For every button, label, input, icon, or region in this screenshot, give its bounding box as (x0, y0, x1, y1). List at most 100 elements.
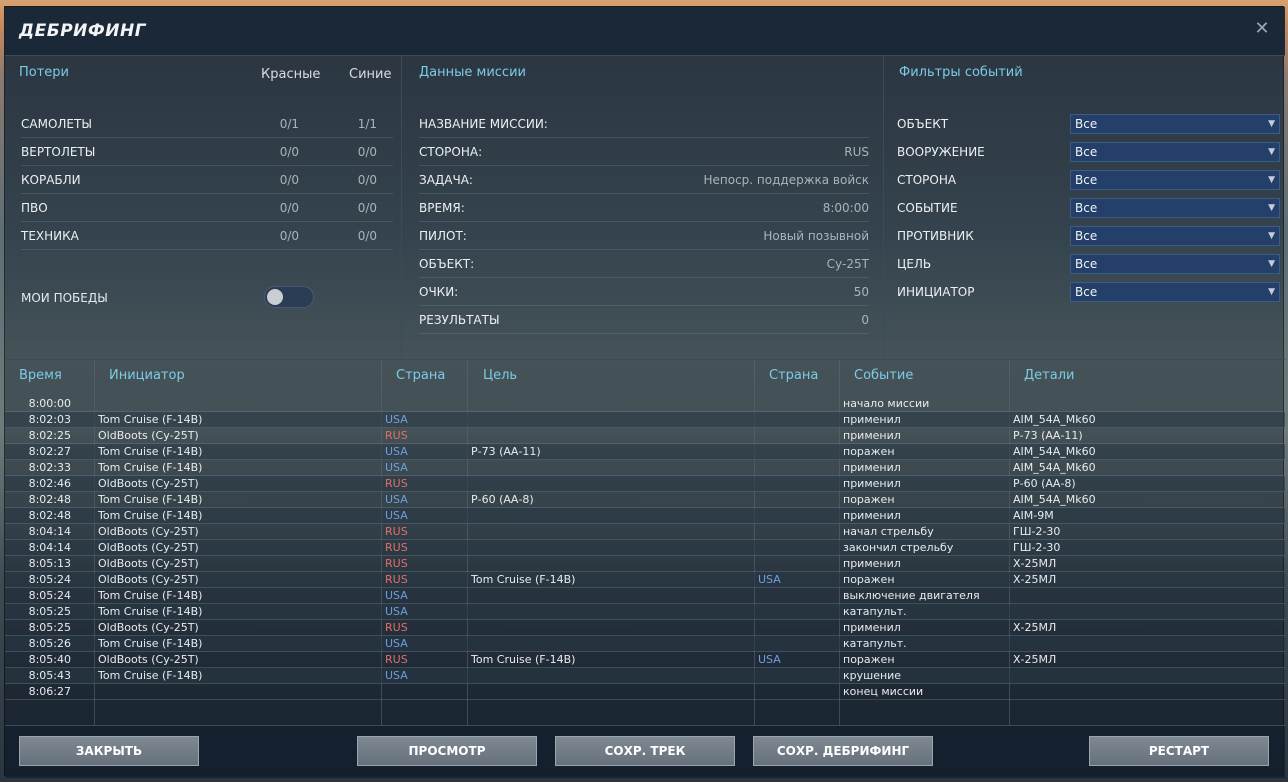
filter-select[interactable]: Все ▼ (1070, 282, 1280, 302)
mission-row: ОБЪЕКТ: Су-25Т (419, 250, 869, 278)
mission-row: РЕЗУЛЬТАТЫ 0 (419, 306, 869, 334)
event-time: 8:02:48 (28, 493, 71, 506)
col-time[interactable]: Время (19, 360, 62, 392)
table-row[interactable]: 8:02:48 Tom Cruise (F-14B) USA применил AIM-… (5, 508, 1285, 524)
filter-select-value: Все (1075, 229, 1098, 243)
filter-select[interactable]: Все ▼ (1070, 170, 1280, 190)
event-country: RUS (385, 573, 408, 586)
filter-select[interactable]: Все ▼ (1070, 114, 1280, 134)
event-type: применил (843, 557, 901, 570)
mission-row: НАЗВАНИЕ МИССИИ: (419, 110, 869, 138)
chevron-down-icon: ▼ (1268, 203, 1275, 213)
save-track-button[interactable]: СОХР. ТРЕК (555, 736, 735, 766)
mission-row-label: ЗАДАЧА: (419, 173, 473, 187)
table-row[interactable]: 8:02:27 Tom Cruise (F-14B) USA Р-73 (АА-11)… (5, 444, 1285, 460)
table-row[interactable]: 8:05:24 OldBoots (Су-25Т) RUS Tom Cruise (F… (5, 572, 1285, 588)
event-type: применил (843, 477, 901, 490)
event-initiator: OldBoots (Су-25Т) (98, 653, 199, 666)
mission-row-label: ОБЪЕКТ: (419, 257, 475, 271)
event-initiator: Tom Cruise (F-14B) (98, 509, 203, 522)
view-button[interactable]: ПРОСМОТР (357, 736, 537, 766)
event-country: RUS (385, 477, 408, 490)
table-row[interactable]: 8:02:03 Tom Cruise (F-14B) USA применил AIM_… (5, 412, 1285, 428)
event-type: применил (843, 429, 901, 442)
table-row[interactable]: 8:06:27 конец миссии (5, 684, 1285, 700)
col-event[interactable]: Событие (854, 360, 913, 392)
table-row[interactable]: 8:04:14 OldBoots (Су-25Т) RUS закончил стре… (5, 540, 1285, 556)
event-details: AIM-9M (1013, 509, 1054, 522)
mission-row: ОЧКИ: 50 (419, 278, 869, 306)
event-type: выключение двигателя (843, 589, 980, 602)
filter-select-value: Все (1075, 117, 1098, 131)
event-details: Х-25МЛ (1013, 653, 1057, 666)
table-row[interactable]: 8:02:33 Tom Cruise (F-14B) USA применил AIM_… (5, 460, 1285, 476)
close-button[interactable]: ЗАКРЫТЬ (19, 736, 199, 766)
table-row[interactable]: 8:05:43 Tom Cruise (F-14B) USA крушение (5, 668, 1285, 684)
red-column-label: Красные (261, 67, 321, 82)
filter-row: ВООРУЖЕНИЕ Все ▼ (897, 138, 1283, 166)
event-country: USA (385, 605, 408, 618)
event-initiator: Tom Cruise (F-14B) (98, 637, 203, 650)
filters-header: Фильтры событий (899, 65, 1023, 80)
chevron-down-icon: ▼ (1268, 175, 1275, 185)
save-debriefing-button[interactable]: СОХР. ДЕБРИФИНГ (753, 736, 933, 766)
losses-row-label: САМОЛЕТЫ (21, 117, 92, 131)
table-row[interactable]: 8:04:14 OldBoots (Су-25Т) RUS начал стрельб… (5, 524, 1285, 540)
chevron-down-icon: ▼ (1268, 119, 1275, 129)
chevron-down-icon: ▼ (1268, 147, 1275, 157)
filter-label: ПРОТИВНИК (897, 229, 974, 243)
event-type: применил (843, 413, 901, 426)
restart-button[interactable]: РЕСТАРТ (1089, 736, 1269, 766)
event-details: AIM_54A_Mk60 (1013, 461, 1096, 474)
table-row[interactable]: 8:05:24 Tom Cruise (F-14B) USA выключение д… (5, 588, 1285, 604)
col-target-country[interactable]: Страна (769, 360, 818, 392)
filter-row: ОБЪЕКТ Все ▼ (897, 110, 1283, 138)
event-country: USA (385, 413, 408, 426)
table-row[interactable]: 8:05:25 Tom Cruise (F-14B) USA катапульт. (5, 604, 1285, 620)
filter-select[interactable]: Все ▼ (1070, 254, 1280, 274)
event-country: RUS (385, 541, 408, 554)
close-icon[interactable]: ✕ (1253, 20, 1271, 38)
my-wins-label: МОИ ПОБЕДЫ (21, 291, 108, 305)
my-wins-toggle[interactable] (264, 286, 314, 308)
event-type: поражен (843, 573, 895, 586)
filter-select[interactable]: Все ▼ (1070, 142, 1280, 162)
chevron-down-icon: ▼ (1268, 287, 1275, 297)
col-initiator[interactable]: Инициатор (109, 360, 185, 392)
mission-row-label: СТОРОНА: (419, 145, 483, 159)
mission-row-label: НАЗВАНИЕ МИССИИ: (419, 117, 548, 131)
table-row[interactable]: 8:02:46 OldBoots (Су-25Т) RUS применил Р-60 … (5, 476, 1285, 492)
mission-row-value: Новый позывной (763, 229, 869, 243)
table-row[interactable]: 8:02:25 OldBoots (Су-25Т) RUS применил Р-73 … (5, 428, 1285, 444)
filter-label: СОБЫТИЕ (897, 201, 958, 215)
event-country: USA (385, 461, 408, 474)
filter-row: ПРОТИВНИК Все ▼ (897, 222, 1283, 250)
event-initiator: Tom Cruise (F-14B) (98, 605, 203, 618)
event-initiator: OldBoots (Су-25Т) (98, 621, 199, 634)
filter-select[interactable]: Все ▼ (1070, 198, 1280, 218)
table-row[interactable]: 8:05:25 OldBoots (Су-25Т) RUS применил Х-25М… (5, 620, 1285, 636)
col-details[interactable]: Детали (1024, 360, 1074, 392)
filter-select[interactable]: Все ▼ (1070, 226, 1280, 246)
mission-row: ПИЛОТ: Новый позывной (419, 222, 869, 250)
event-type: применил (843, 509, 901, 522)
filter-select-value: Все (1075, 145, 1098, 159)
col-country[interactable]: Страна (396, 360, 445, 392)
event-type: применил (843, 621, 901, 634)
table-row[interactable]: 8:05:26 Tom Cruise (F-14B) USA катапульт. (5, 636, 1285, 652)
event-type: применил (843, 461, 901, 474)
table-row[interactable]: 8:05:40 OldBoots (Су-25Т) RUS Tom Cruise (F… (5, 652, 1285, 668)
mission-row-value: Су-25Т (826, 257, 869, 271)
event-time: 8:02:03 (28, 413, 71, 426)
event-initiator: Tom Cruise (F-14B) (98, 589, 203, 602)
losses-row-label: ВЕРТОЛЕТЫ (21, 145, 96, 159)
losses-row: ВЕРТОЛЕТЫ 0/0 0/0 (21, 138, 393, 166)
event-time: 8:05:24 (28, 573, 71, 586)
table-row[interactable]: 8:02:48 Tom Cruise (F-14B) USA Р-60 (АА-8) п… (5, 492, 1285, 508)
event-initiator: Tom Cruise (F-14B) (98, 669, 203, 682)
col-target[interactable]: Цель (483, 360, 517, 392)
table-row[interactable]: 8:00:00 начало миссии (5, 396, 1285, 412)
mission-row-label: ВРЕМЯ: (419, 201, 465, 215)
event-filters-panel: Фильтры событий ОБЪЕКТ Все ▼ ВООРУЖЕНИЕ Все ▼… (885, 56, 1285, 356)
table-row[interactable]: 8:05:13 OldBoots (Су-25Т) RUS применил Х-25М… (5, 556, 1285, 572)
